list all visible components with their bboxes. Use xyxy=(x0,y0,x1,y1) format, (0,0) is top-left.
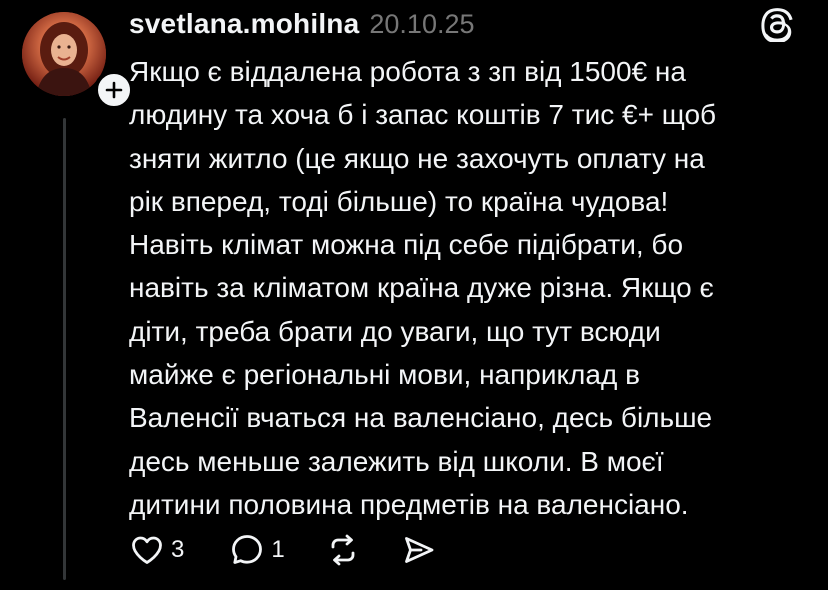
plus-icon xyxy=(105,81,123,99)
post-text-line: Валенсії вчаться на валенсіано, десь біл… xyxy=(129,402,713,434)
post-text-line: десь меньше залежить від школи. В моєї xyxy=(129,445,664,477)
post-text-line: зняти житло (це якщо не захочуть оплату … xyxy=(129,142,705,174)
post-text-line: дитини половина предметів на валенсіано. xyxy=(129,488,689,520)
share-button[interactable] xyxy=(401,528,437,572)
follow-button[interactable] xyxy=(94,70,134,110)
reply-count: 1 xyxy=(271,536,285,563)
post-text-line: майже є регіональні мови, наприклад в xyxy=(129,359,640,391)
repost-icon xyxy=(331,534,355,566)
like-button[interactable]: 3 xyxy=(129,528,184,572)
post-text-line: навіть за кліматом країна дуже різна. Як… xyxy=(129,272,714,304)
avatar-portrait xyxy=(22,12,106,96)
post-text-line: людину та хоча б і запас коштів 7 тис €+… xyxy=(129,99,717,131)
post-actions: 3 1 xyxy=(129,528,437,572)
comment-bubble-icon xyxy=(232,535,263,564)
post-text-line: Якщо є віддалена робота з зп від 1500€ н… xyxy=(129,56,686,87)
avatar-container[interactable] xyxy=(22,12,134,110)
reply-button[interactable]: 1 xyxy=(229,528,285,572)
threads-logo-glyph xyxy=(761,8,793,44)
post-header: svetlana.mohilna 20.10.25 xyxy=(129,4,475,44)
post-text-line: Навіть клімат можна під себе підібрати, … xyxy=(129,229,684,261)
post-date[interactable]: 20.10.25 xyxy=(369,9,474,40)
post-text: Якщо є віддалена робота з зп від 1500€ н… xyxy=(129,50,809,526)
username-link[interactable]: svetlana.mohilna xyxy=(129,8,359,40)
post-text-line: рік вперед, тоді більше) то країна чудов… xyxy=(129,185,669,217)
repost-button[interactable] xyxy=(325,528,361,572)
threads-logo-icon[interactable] xyxy=(760,6,796,44)
like-count: 3 xyxy=(171,536,185,563)
post-text-line: діти, треба брати до уваги, що тут всюди xyxy=(129,315,661,347)
thread-connector-line xyxy=(63,118,66,580)
heart-icon xyxy=(132,536,162,564)
send-icon xyxy=(404,537,434,563)
avatar[interactable] xyxy=(22,12,106,96)
